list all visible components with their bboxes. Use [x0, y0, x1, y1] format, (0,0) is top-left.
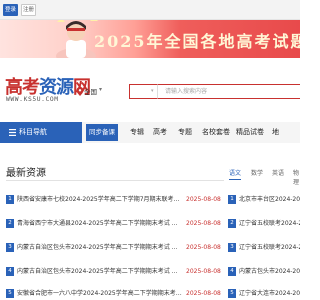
- side-list-item[interactable]: 4 内蒙古包头市2024-2025学年: [228, 266, 300, 278]
- item-number: 3: [6, 243, 14, 252]
- item-number: 4: [6, 267, 14, 276]
- side-list-item[interactable]: 2 辽宁省五校联考2024-2025学年: [228, 218, 300, 230]
- side-item-number: 2: [228, 219, 236, 228]
- nav-item-album[interactable]: 专辑: [130, 122, 144, 143]
- chevron-down-icon[interactable]: ▾: [99, 86, 102, 93]
- side-item-title[interactable]: 内蒙古包头市2024-2025学年: [239, 266, 300, 277]
- nav-item-premium-papers[interactable]: 精品试卷: [236, 122, 264, 143]
- side-item-number: 5: [228, 289, 236, 298]
- side-item-title[interactable]: 辽宁省五校联考2024-2025学年: [239, 242, 300, 253]
- search-input[interactable]: 请输入搜索内容: [157, 84, 300, 99]
- section-divider: [6, 180, 224, 181]
- item-title[interactable]: 内蒙古自治区包头市2024-2025学年高二下学期期末考试 语文 PDF版含答案: [17, 242, 182, 253]
- tab-chinese[interactable]: 语文: [229, 168, 242, 180]
- nav-item-region[interactable]: 地: [272, 122, 279, 143]
- select-caret-icon[interactable]: ▾: [151, 84, 154, 99]
- item-number: 1: [6, 195, 14, 204]
- tab-math[interactable]: 数学: [251, 168, 263, 177]
- side-item-title[interactable]: 辽宁省五校联考2024-2025学年: [239, 218, 300, 229]
- list-item[interactable]: 1 陕西省安康市七校2024-2025学年高二下学期7月期末联考试题 语文 Wo…: [6, 194, 226, 206]
- side-item-title[interactable]: 北京市丰台区2024-2025学年高二: [239, 194, 300, 205]
- logo-text-gaokao: 高考: [5, 77, 40, 98]
- menu-icon: [9, 129, 16, 136]
- side-list-item[interactable]: 3 辽宁省五校联考2024-2025学年: [228, 242, 300, 254]
- top-bar: 登录 注册: [0, 0, 300, 20]
- promo-banner[interactable]: 2025年全国各地高考试题答案汇: [0, 20, 300, 58]
- section-title: 最新资源: [6, 168, 46, 179]
- nav-item-topic[interactable]: 专题: [178, 122, 192, 143]
- side-item-title[interactable]: 辽宁省大连市2024-2025学年: [239, 288, 300, 299]
- register-button[interactable]: 注册: [21, 4, 36, 16]
- item-date: 2025-08-08: [186, 196, 221, 203]
- item-date: 2025-08-08: [186, 290, 221, 297]
- list-item[interactable]: 4 内蒙古自治区包头市2024-2025学年高二下学期期末考试 语文 Word版…: [6, 266, 226, 278]
- item-number: 5: [6, 289, 14, 298]
- nav-item-school-papers[interactable]: 名校套卷: [202, 122, 230, 143]
- item-date: 2025-08-08: [186, 220, 221, 227]
- item-title[interactable]: 青海省西宁市大通县2024-2025学年高二下学期期末考试 语文 PDF版含答案: [17, 218, 182, 229]
- item-date: 2025-08-08: [186, 268, 221, 275]
- category-nav-button[interactable]: 科目导航: [0, 122, 82, 143]
- side-list-item[interactable]: 5 辽宁省大连市2024-2025学年: [228, 288, 300, 300]
- item-title[interactable]: 内蒙古自治区包头市2024-2025学年高二下学期期末考试 语文 Word版含答…: [17, 266, 182, 277]
- list-item[interactable]: 2 青海省西宁市大通县2024-2025学年高二下学期期末考试 语文 PDF版含…: [6, 218, 226, 230]
- side-item-number: 3: [228, 243, 236, 252]
- nav-item-gaokao[interactable]: 高考: [153, 122, 167, 143]
- location-pin-icon[interactable]: [76, 87, 84, 96]
- side-item-number: 4: [228, 267, 236, 276]
- item-title[interactable]: 陕西省安康市七校2024-2025学年高二下学期7月期末联考试题 语文 Word…: [17, 194, 182, 205]
- location-label[interactable]: 全国: [84, 86, 97, 96]
- item-number: 2: [6, 219, 14, 228]
- login-button[interactable]: 登录: [3, 4, 18, 16]
- item-date: 2025-08-08: [186, 244, 221, 251]
- item-title[interactable]: 安徽省合肥市一六八中学2024-2025学年高二下学期期末考试 语文 Word版…: [17, 288, 182, 299]
- tab-english[interactable]: 英语: [272, 168, 284, 177]
- list-item[interactable]: 3 内蒙古自治区包头市2024-2025学年高二下学期期末考试 语文 PDF版含…: [6, 242, 226, 254]
- side-list-item[interactable]: 1 北京市丰台区2024-2025学年高二: [228, 194, 300, 206]
- side-item-number: 1: [228, 195, 236, 204]
- list-item[interactable]: 5 安徽省合肥市一六八中学2024-2025学年高二下学期期末考试 语文 Wor…: [6, 288, 226, 300]
- banner-headline: 2025年全国各地高考试题答案汇: [94, 32, 300, 51]
- nav-sync-prep[interactable]: 同步备课: [86, 124, 118, 141]
- category-nav-label: 科目导航: [19, 128, 47, 136]
- logo-url: WWW.KS5U.COM: [6, 96, 59, 103]
- tab-physics[interactable]: 物理: [293, 168, 300, 186]
- logo-text-ziyuan: 资源: [39, 77, 74, 98]
